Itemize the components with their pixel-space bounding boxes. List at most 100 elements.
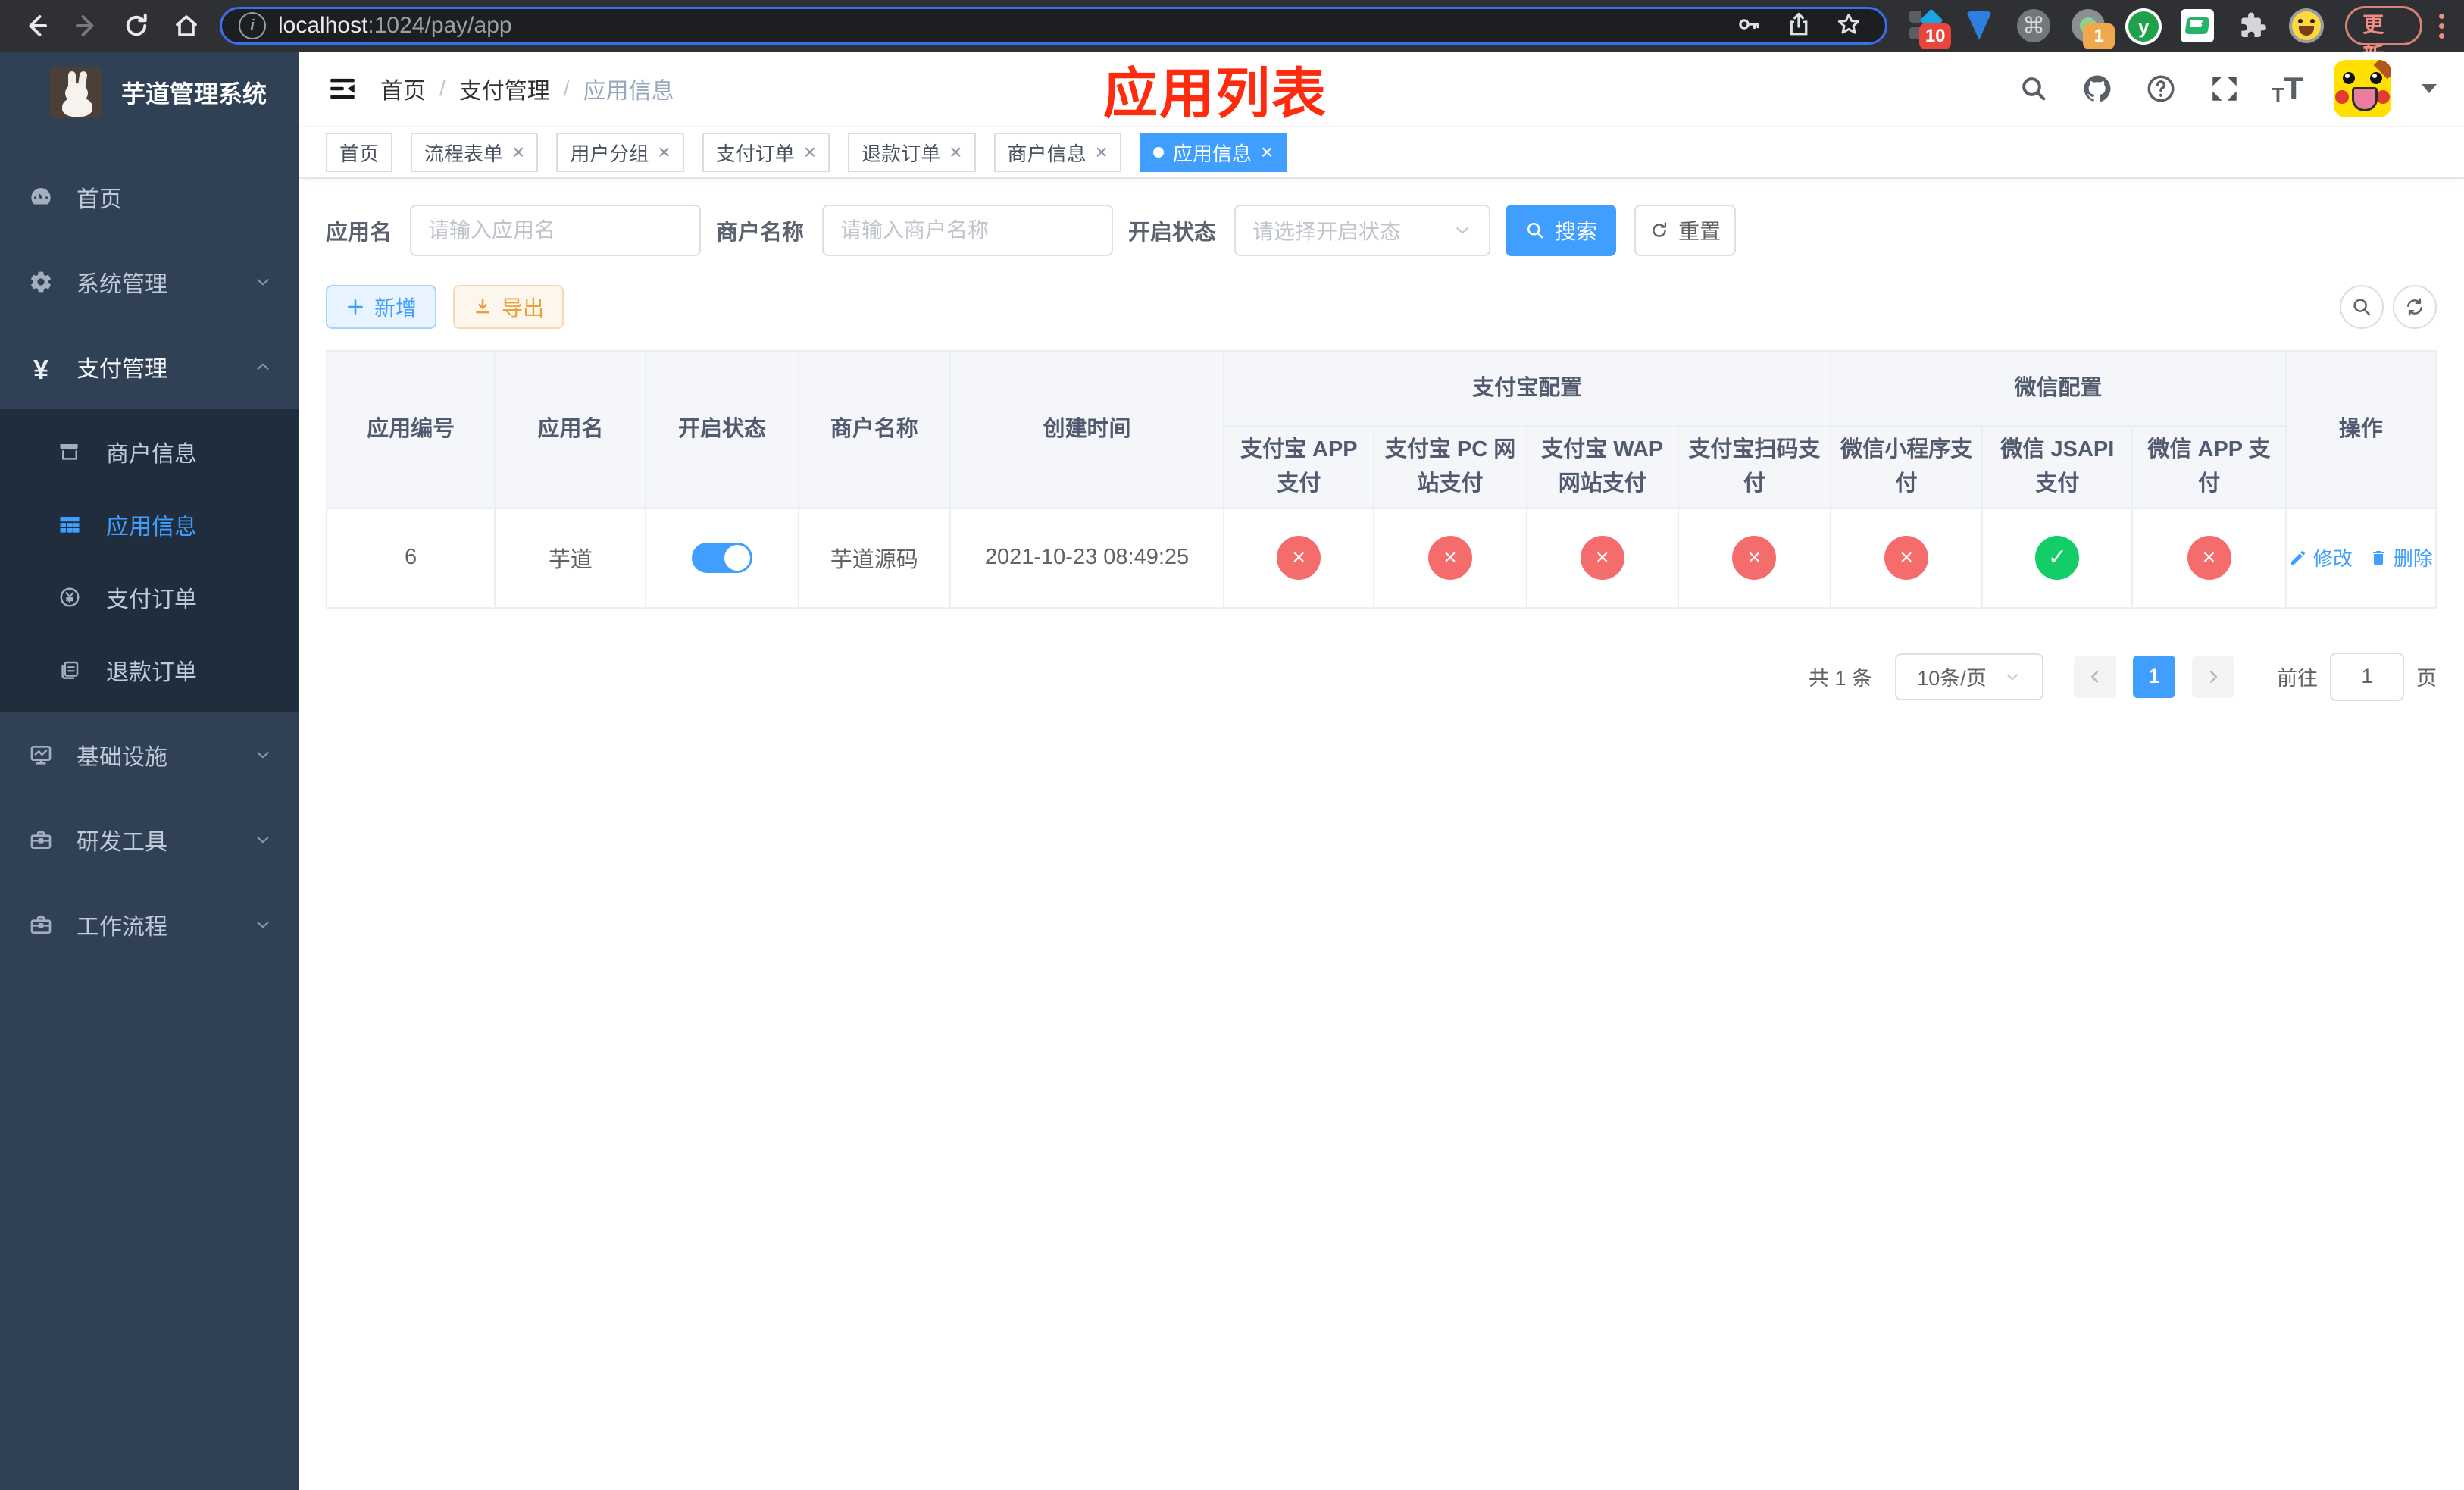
back-icon[interactable] (17, 6, 56, 45)
sidebar-item-merchant-info[interactable]: 商户信息 (0, 415, 299, 488)
app-name-input[interactable] (410, 205, 702, 256)
refresh-table-icon[interactable] (2393, 285, 2437, 329)
status-toggle[interactable] (692, 542, 753, 573)
status-cross-icon: × (1732, 535, 1777, 580)
app-title: 芋道管理系统 (121, 80, 267, 108)
github-icon[interactable] (2081, 72, 2114, 105)
breadcrumb-payment[interactable]: 支付管理 (459, 72, 550, 105)
storefront-icon (58, 440, 82, 464)
y-extension-icon[interactable]: y (2125, 8, 2162, 45)
search-button[interactable]: 搜索 (1506, 205, 1617, 256)
page-number-active[interactable]: 1 (2133, 655, 2175, 698)
chevron-down-icon (2006, 674, 2018, 680)
close-icon[interactable]: × (1261, 142, 1273, 163)
edit-link[interactable]: 修改 (2289, 543, 2353, 571)
col-header-wechat-jsapi: 微信 JSAPI 支付 (1981, 425, 2134, 509)
kite-extension-icon[interactable] (1962, 8, 1997, 43)
cell-created: 2021-10-23 08:49:25 (949, 506, 1225, 609)
sidebar-item-home[interactable]: 首页 (0, 155, 299, 239)
toolbox-icon (28, 827, 54, 853)
add-button[interactable]: 新增 (326, 285, 437, 329)
sidebar-menu: 首页 系统管理 ¥ 支付管理 商户信息 应用信息 支付订单 退款订单 基础设施 … (0, 155, 299, 967)
close-icon[interactable]: × (658, 142, 670, 163)
sidebar-item-app-info[interactable]: 应用信息 (0, 488, 299, 561)
status-cross-icon: × (1884, 535, 1929, 580)
prev-page-button[interactable] (2074, 655, 2116, 698)
chrome-update-button[interactable]: 更新 (2345, 6, 2422, 67)
table-row: 6 芋道 芋道源码 2021-10-23 08:49:25 × × × × × (325, 506, 2437, 609)
next-page-button[interactable] (2192, 655, 2234, 698)
sidebar-item-infrastructure[interactable]: 基础设施 (0, 712, 299, 797)
close-icon[interactable]: × (804, 142, 816, 163)
home-icon[interactable] (167, 6, 206, 45)
tag-user-group[interactable]: 用户分组 × (556, 133, 684, 172)
close-icon[interactable]: × (949, 142, 962, 163)
show-search-icon[interactable] (2340, 285, 2384, 329)
col-header-alipay-app: 支付宝 APP 支付 (1223, 425, 1375, 509)
sidebar-item-dev-tools[interactable]: 研发工具 (0, 797, 299, 882)
page-size-select[interactable]: 10条/页 (1895, 653, 2043, 700)
cell-wechat-app: × (2131, 506, 2287, 609)
puzzle-extensions-icon[interactable] (2234, 8, 2269, 43)
breadcrumb-home[interactable]: 首页 (380, 72, 426, 105)
avatar-caret-icon[interactable] (2422, 84, 2437, 93)
refresh-icon (1649, 221, 1669, 240)
search-icon[interactable] (2017, 72, 2050, 105)
chevron-down-icon (253, 915, 273, 934)
logo-rabbit-image (50, 67, 102, 118)
payment-submenu: 商户信息 应用信息 支付订单 退款订单 (0, 409, 299, 712)
page-info-icon[interactable]: i (239, 12, 266, 39)
bookmark-star-icon[interactable] (1835, 11, 1862, 42)
close-icon[interactable]: × (512, 142, 524, 163)
sidebar-item-label: 应用信息 (106, 515, 197, 540)
chat-extension-icon[interactable] (2180, 8, 2215, 43)
browser-chrome: i localhost:1024/pay/app 10 ⌘ 1 y 更新 (0, 0, 2464, 67)
reset-button[interactable]: 重置 (1634, 205, 1737, 256)
fullscreen-icon[interactable] (2208, 72, 2241, 105)
breadcrumb-current: 应用信息 (583, 79, 674, 104)
tag-refund-orders[interactable]: 退款订单 × (848, 133, 976, 172)
password-key-icon[interactable] (1735, 11, 1762, 42)
chevron-up-icon (253, 357, 273, 377)
browser-menu-icon[interactable] (2427, 8, 2457, 43)
chevron-down-icon (1456, 227, 1468, 234)
recorder-extension-icon[interactable]: 1 (2071, 8, 2115, 49)
sidebar-toggle-icon[interactable] (326, 72, 359, 105)
url-bar[interactable]: i localhost:1024/pay/app (220, 7, 1888, 45)
export-button[interactable]: 导出 (453, 285, 564, 329)
tag-merchant-info[interactable]: 商户信息 × (993, 133, 1121, 172)
delete-link[interactable]: 删除 (2369, 543, 2433, 571)
edit-pencil-icon (2290, 550, 2305, 565)
toolbox-icon (28, 912, 54, 938)
tag-app-info-active[interactable]: 应用信息 × (1139, 133, 1287, 172)
sidekick-extension-icon[interactable]: 10 (1907, 8, 1952, 49)
status-select[interactable]: 请选择开启状态 (1234, 205, 1491, 256)
goto-page-input[interactable] (2330, 652, 2404, 701)
share-icon[interactable] (1785, 11, 1812, 42)
sidebar-item-payment[interactable]: ¥ 支付管理 (0, 324, 299, 409)
merchant-name-input[interactable] (822, 205, 1114, 256)
help-icon[interactable] (2144, 72, 2178, 105)
close-icon[interactable]: × (1096, 142, 1108, 163)
page-content: 应用名 商户名称 开启状态 请选择开启状态 搜索 (299, 179, 2464, 1490)
tag-process-form[interactable]: 流程表单 × (411, 133, 539, 172)
avatar[interactable] (2334, 60, 2391, 117)
sidebar-item-system[interactable]: 系统管理 (0, 239, 299, 324)
font-size-icon[interactable]: TT (2272, 73, 2303, 105)
sidebar-item-workflow[interactable]: 工作流程 (0, 882, 299, 967)
sidebar-item-label: 系统管理 (77, 272, 167, 297)
col-header-wechat-app: 微信 APP 支付 (2131, 425, 2287, 509)
search-icon (1524, 220, 1546, 241)
tag-home[interactable]: 首页 (326, 133, 393, 172)
command-extension-icon[interactable]: ⌘ (2016, 8, 2051, 43)
table-tools (2340, 285, 2437, 329)
download-icon (473, 297, 492, 317)
reload-icon[interactable] (117, 6, 156, 45)
sidebar-logo[interactable]: 芋道管理系统 (0, 52, 299, 132)
filter-form: 应用名 商户名称 开启状态 请选择开启状态 搜索 (326, 205, 2437, 256)
tag-pay-orders[interactable]: 支付订单 × (702, 133, 830, 172)
forward-icon[interactable] (67, 6, 106, 45)
emoji-extension-icon[interactable] (2289, 8, 2325, 43)
sidebar-item-pay-orders[interactable]: 支付订单 (0, 561, 299, 634)
sidebar-item-refund-orders[interactable]: 退款订单 (0, 634, 299, 706)
